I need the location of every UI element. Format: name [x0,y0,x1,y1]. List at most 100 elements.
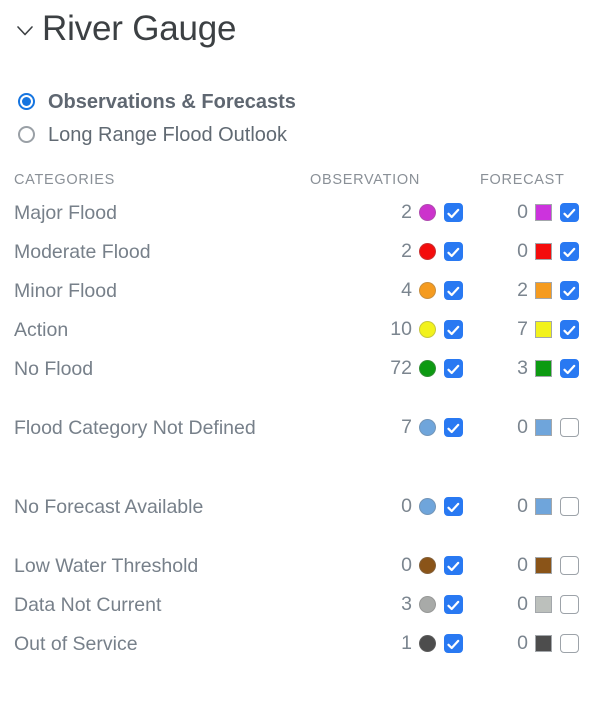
category-label: Flood Category Not Defined [14,416,256,439]
river-gauge-panel: River Gauge Observations & Forecasts Lon… [0,0,600,716]
column-header-observation: OBSERVATION [310,172,421,188]
forecast-count: 0 [517,201,528,223]
forecast-cell: 7 [480,318,600,341]
forecast-color-swatch-icon [535,360,552,377]
forecast-count: 2 [517,279,528,301]
forecast-checkbox[interactable] [560,242,579,261]
forecast-cell: 3 [480,357,600,380]
category-label: No Flood [14,357,94,380]
table-header-row: CATEGORIES OBSERVATION FORECAST [14,167,600,193]
forecast-color-swatch-icon [535,498,552,515]
forecast-checkbox[interactable] [560,320,579,339]
radio-option-observations-forecasts[interactable]: Observations & Forecasts [18,85,600,118]
forecast-checkbox[interactable] [560,497,579,516]
forecast-cell: 0 [480,240,600,263]
category-label: Minor Flood [14,279,117,302]
forecast-color-swatch-icon [535,596,552,613]
forecast-count: 0 [517,593,528,615]
forecast-checkbox[interactable] [560,595,579,614]
forecast-count: 3 [517,357,528,379]
forecast-count: 0 [517,495,528,517]
radio-option-long-range-flood-outlook[interactable]: Long Range Flood Outlook [18,118,600,151]
category-label: Out of Service [14,632,138,655]
panel-header: River Gauge [0,0,600,52]
observation-cell: 0 [330,554,480,577]
column-header-forecast: FORECAST [480,172,565,188]
observation-checkbox[interactable] [444,418,463,437]
category-label: Moderate Flood [14,240,151,263]
observation-checkbox[interactable] [444,242,463,261]
category-label: Low Water Threshold [14,554,199,577]
observation-checkbox[interactable] [444,281,463,300]
radio-label-observations-forecasts: Observations & Forecasts [48,90,296,113]
table-row: No Forecast Available 0 0 [14,467,600,546]
table-row: Flood Category Not Defined 7 0 [14,388,600,467]
radio-selected-icon[interactable] [18,93,35,110]
table-row: Data Not Current 3 0 [14,585,600,624]
observation-checkbox[interactable] [444,359,463,378]
observation-checkbox[interactable] [444,320,463,339]
observation-cell: 3 [330,593,480,616]
observation-count: 7 [401,416,412,438]
observation-count: 1 [401,632,412,654]
observation-checkbox[interactable] [444,497,463,516]
observation-color-swatch-icon [419,282,436,299]
forecast-color-swatch-icon [535,243,552,260]
radio-unselected-icon[interactable] [18,126,35,143]
forecast-count: 0 [517,240,528,262]
observation-checkbox[interactable] [444,634,463,653]
observation-color-swatch-icon [419,204,436,221]
observation-count: 2 [401,240,412,262]
table-row: Out of Service 1 0 [14,624,600,663]
category-label: No Forecast Available [14,495,204,518]
category-label: Action [14,318,69,341]
table-row: Moderate Flood 2 0 [14,232,600,271]
observation-color-swatch-icon [419,360,436,377]
observation-count: 0 [401,554,412,576]
table-row: Action 10 7 [14,310,600,349]
observation-checkbox[interactable] [444,203,463,222]
page-title: River Gauge [42,9,237,48]
observation-cell: 7 [330,416,480,439]
table-body: Major Flood 2 0 Moderate Flood 2 0 Minor Flood… [14,193,600,663]
forecast-color-swatch-icon [535,419,552,436]
forecast-checkbox[interactable] [560,418,579,437]
forecast-count: 7 [517,318,528,340]
observation-color-swatch-icon [419,321,436,338]
forecast-checkbox[interactable] [560,203,579,222]
observation-count: 4 [401,279,412,301]
legend-table: CATEGORIES OBSERVATION FORECAST Major Fl… [0,167,600,663]
table-row: Low Water Threshold 0 0 [14,546,600,585]
forecast-color-swatch-icon [535,557,552,574]
forecast-checkbox[interactable] [560,281,579,300]
table-row: Minor Flood 4 2 [14,271,600,310]
forecast-cell: 2 [480,279,600,302]
mode-radio-group: Observations & Forecasts Long Range Floo… [0,85,600,151]
observation-count: 0 [401,495,412,517]
observation-cell: 1 [330,632,480,655]
table-row: Major Flood 2 0 [14,193,600,232]
observation-cell: 2 [330,240,480,263]
observation-cell: 2 [330,201,480,224]
forecast-checkbox[interactable] [560,556,579,575]
forecast-color-swatch-icon [535,321,552,338]
radio-label-long-range-flood-outlook: Long Range Flood Outlook [48,123,288,146]
observation-count: 10 [390,318,412,340]
forecast-color-swatch-icon [535,635,552,652]
observation-color-swatch-icon [419,498,436,515]
column-header-categories: CATEGORIES [14,172,115,188]
forecast-count: 0 [517,416,528,438]
forecast-cell: 0 [480,416,600,439]
chevron-down-icon[interactable] [14,20,36,42]
forecast-checkbox[interactable] [560,359,579,378]
observation-count: 3 [401,593,412,615]
observation-color-swatch-icon [419,243,436,260]
observation-color-swatch-icon [419,635,436,652]
observation-checkbox[interactable] [444,556,463,575]
observation-count: 2 [401,201,412,223]
forecast-checkbox[interactable] [560,634,579,653]
observation-cell: 72 [330,357,480,380]
observation-color-swatch-icon [419,596,436,613]
observation-checkbox[interactable] [444,595,463,614]
forecast-count: 0 [517,632,528,654]
